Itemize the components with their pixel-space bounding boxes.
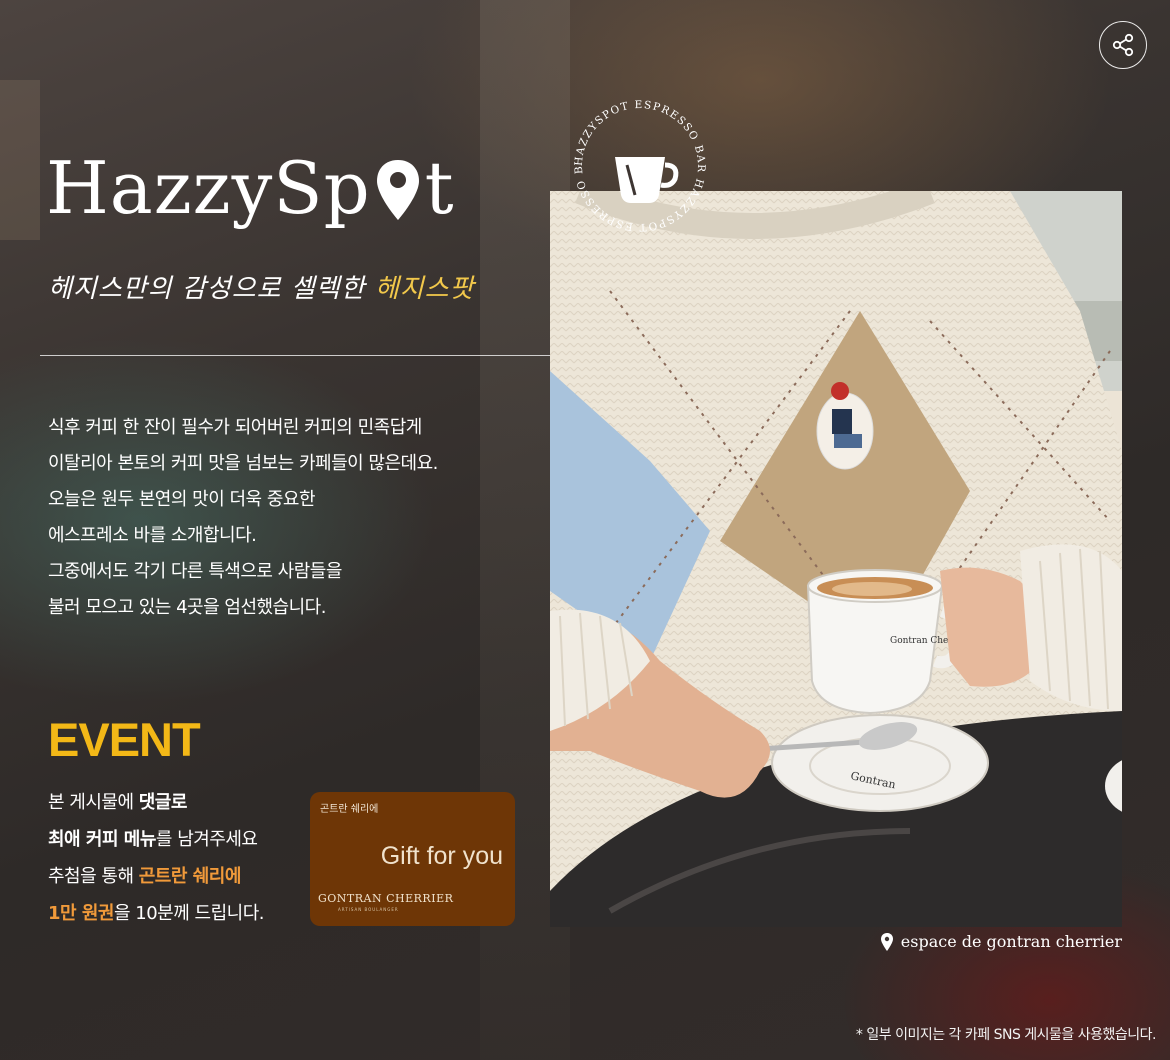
coffee-cup-icon [615, 157, 679, 203]
logo-text-end: t [424, 146, 455, 230]
gift-card-brand-sub: ARTISAN BOULANGER [338, 907, 399, 912]
tagline-highlight: 헤지스팟 [374, 274, 475, 304]
event-text-bold: 최애 커피 메뉴 [48, 829, 156, 850]
gift-card-label: 곤트란 쉐리에 [320, 804, 379, 815]
event-text-accent: 곤트란 쉐리에 [138, 866, 242, 887]
intro-line: 그중에서도 각기 다른 특색으로 사람들을 [48, 561, 342, 582]
gift-card-message: Gift for you [380, 842, 503, 870]
footnote: * 일부 이미지는 각 카페 SNS 게시물을 사용했습니다. [855, 1027, 1157, 1043]
intro-line: 오늘은 원두 본연의 맛이 더욱 중요한 [48, 489, 316, 510]
event-text: 추첨을 통해 [48, 866, 139, 887]
event-description: 본 게시물에 댓글로 최애 커피 메뉴를 남겨주세요 추첨을 통해 곤트란 쉐리… [48, 784, 264, 932]
background-blur-panel-2 [0, 80, 40, 240]
divider [40, 355, 614, 356]
location-pin-icon [880, 932, 893, 951]
intro-line: 이탈리아 본토의 커피 맛을 넘보는 카페들이 많은데요. [48, 453, 438, 474]
cafe-photo-illustration: Gontran Gontran Cherrier [550, 191, 1122, 927]
share-icon [1112, 33, 1134, 57]
event-title: EVENT [48, 713, 201, 766]
event-text: 를 남겨주세요 [155, 829, 258, 850]
intro-line: 불러 모으고 있는 4곳을 엄선했습니다. [48, 597, 326, 618]
gift-card-brand: GONTRAN CHERRIER [318, 892, 454, 905]
event-text-accent: 1만 원권 [48, 903, 114, 924]
event-text-bold: 댓글로 [138, 792, 188, 813]
intro-line: 식후 커피 한 잔이 필수가 되어버린 커피의 민족답게 [48, 417, 422, 438]
cafe-photo: Gontran Gontran Cherrier [550, 191, 1122, 927]
espresso-bar-stamp: HAZZYSPOT ESPRESSO BAR HAZZYSPOT ESPRESS… [560, 82, 715, 241]
map-pin-icon [375, 158, 421, 228]
gift-card: 곤트란 쉐리에 Gift for you GONTRAN CHERRIER AR… [310, 792, 515, 926]
tagline-main: 헤지스만의 감성으로 셀렉한 [48, 274, 375, 304]
event-text: 을 10분께 드립니다. [113, 903, 265, 924]
photo-caption: espace de gontran cherrier [880, 932, 1122, 951]
intro-text: 식후 커피 한 잔이 필수가 되어버린 커피의 민족답게 이탈리아 본토의 커피… [48, 410, 438, 626]
intro-line: 에스프레소 바를 소개합니다. [48, 525, 257, 546]
caption-text: espace de gontran cherrier [900, 932, 1122, 951]
logo-text-start: HazzySp [46, 146, 371, 230]
share-button[interactable] [1099, 21, 1147, 69]
hazzyspot-logo: HazzySp t [46, 152, 455, 228]
tagline: 헤지스만의 감성으로 셀렉한 헤지스팟 [48, 268, 475, 305]
event-text: 본 게시물에 [48, 792, 139, 813]
